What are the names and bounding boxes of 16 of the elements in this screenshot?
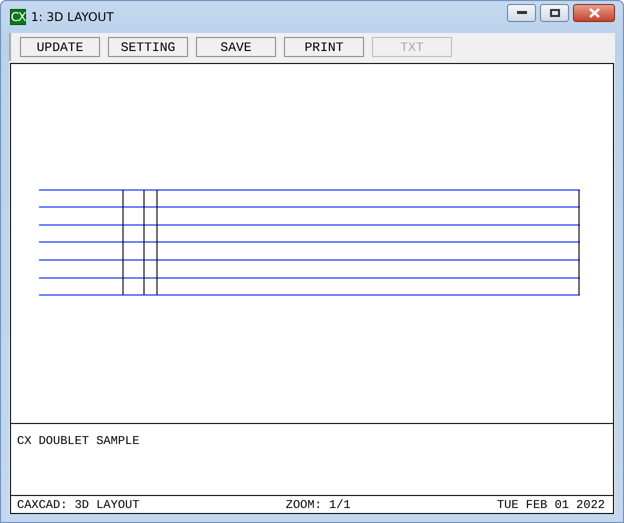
close-icon (588, 8, 600, 18)
toolbar-button[interactable]: UPDATE (20, 37, 100, 57)
minimize-button[interactable] (507, 4, 536, 22)
maximize-button[interactable] (540, 4, 569, 22)
toolbar-button[interactable]: SETTING (108, 37, 188, 57)
window-title: 1: 3D LAYOUT (31, 10, 115, 24)
maximize-icon (550, 9, 560, 17)
toolbar-button[interactable]: SAVE (196, 37, 276, 57)
minimize-icon (516, 11, 526, 15)
description-text: CX DOUBLET SAMPLE (17, 434, 140, 448)
zoom-status: ZOOM: 1/1 (286, 498, 351, 512)
app-icon: CX (10, 9, 26, 25)
close-button[interactable] (573, 4, 615, 22)
status-text: CAXCAD: 3D LAYOUT (17, 498, 140, 512)
toolbar-button[interactable]: PRINT (284, 37, 364, 57)
date-status: TUE FEB 01 2022 (496, 498, 605, 512)
